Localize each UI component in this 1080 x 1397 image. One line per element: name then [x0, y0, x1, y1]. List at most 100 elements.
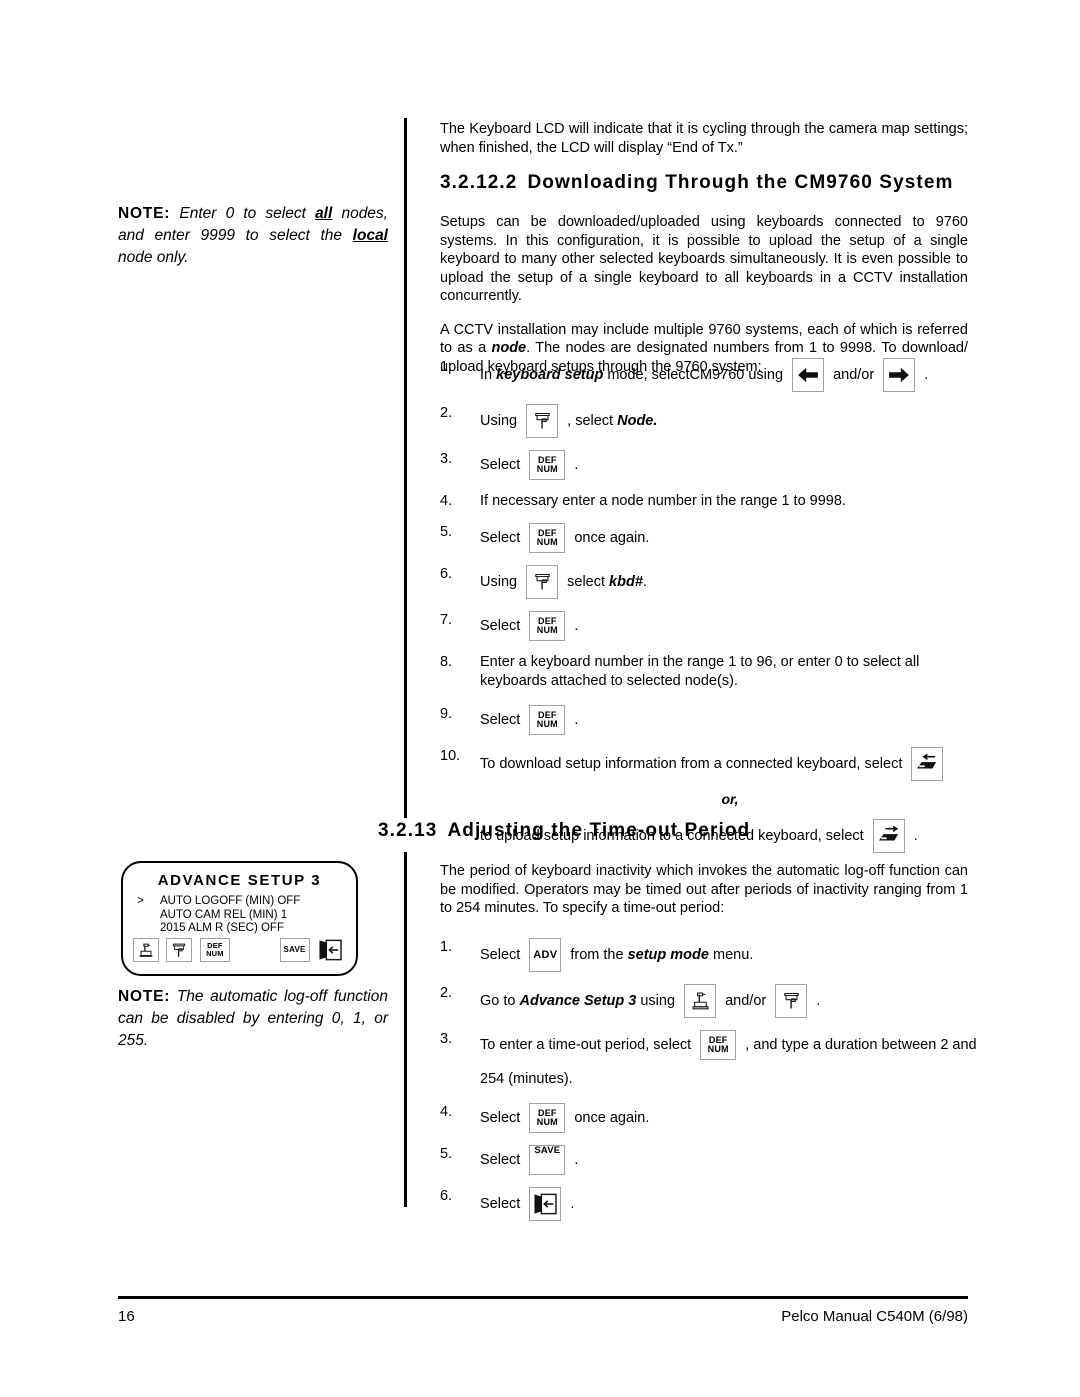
- step-text: Using: [480, 573, 522, 590]
- document-page: NOTE: Enter 0 to select all nodes, and e…: [0, 0, 1080, 1397]
- num-label: NUM: [536, 464, 558, 474]
- term-advance-setup-3: Advance Setup 3: [519, 992, 637, 1009]
- section-number: 3.2.12.2: [440, 172, 518, 193]
- step-text: Select: [480, 946, 525, 963]
- step-text: Select: [480, 1109, 525, 1126]
- margin-note-nodes: NOTE: Enter 0 to select all nodes, and e…: [118, 203, 388, 269]
- step-text: Select: [480, 1195, 525, 1212]
- step-content: Select DEF NUM .: [480, 705, 980, 735]
- step-text: .: [570, 1151, 579, 1168]
- step-number: 5.: [440, 1146, 453, 1162]
- step-text: Select: [480, 1151, 525, 1168]
- num-label: NUM: [707, 1044, 729, 1054]
- section-heading-2: 3.2.13 Adjusting the Time-out Period: [378, 820, 978, 842]
- term-keyboard-setup: keyboard setup: [496, 366, 604, 383]
- step-number: 3.: [440, 1031, 453, 1047]
- def-num-key-icon: DEF NUM: [529, 705, 566, 735]
- section-3-2-13-heading: 3.2.13 Adjusting the Time-out Period: [378, 820, 978, 842]
- step2-3: 3. To enter a time-out period, select DE…: [440, 1030, 980, 1089]
- step2-2: 2. Go to Advance Setup 3 using and/or .: [440, 984, 980, 1018]
- num-label: NUM: [536, 537, 558, 547]
- def-num-key-icon: DEF NUM: [529, 450, 566, 480]
- step-text: Using: [480, 412, 522, 429]
- step-text: .: [570, 456, 579, 473]
- joystick-down-key-icon: [775, 984, 808, 1018]
- step-text: , select: [563, 412, 618, 429]
- step-text: Select: [480, 456, 525, 473]
- step-number: 4.: [440, 1104, 453, 1120]
- step-number: 6.: [440, 566, 453, 582]
- step-text: If necessary enter a node number in the …: [480, 493, 846, 509]
- step-number: 8.: [440, 654, 453, 670]
- step-content: Select SAVE .: [480, 1145, 980, 1175]
- def-label: DEF: [538, 527, 557, 538]
- step-text: once again.: [570, 1109, 650, 1126]
- column-divider-lower: [404, 852, 407, 1207]
- step-content: Select DEF NUM .: [480, 450, 980, 480]
- menu-line-auto-logoff: AUTO LOGOFF (MIN) OFF: [160, 895, 301, 907]
- step-content: Go to Advance Setup 3 using and/or .: [480, 984, 980, 1018]
- step-content: To download setup information from a con…: [480, 747, 980, 781]
- step-text: Go to: [480, 992, 520, 1009]
- step-10: 10. To download setup information from a…: [440, 747, 980, 781]
- term-node: node: [491, 340, 527, 356]
- step-content: Using , select Node.: [480, 404, 980, 438]
- step-content: Using select kbd#.: [480, 565, 980, 599]
- step-text: select: [563, 573, 610, 590]
- def-num-key-icon: DEF NUM: [199, 938, 230, 962]
- step2-4: 4. Select DEF NUM once again.: [440, 1103, 980, 1133]
- step-content: Select DEF NUM .: [480, 611, 980, 641]
- step-number: 6.: [440, 1188, 453, 1204]
- step-text: .: [812, 992, 821, 1009]
- step-number: 1.: [440, 359, 453, 375]
- adv-label: ADV: [533, 948, 558, 961]
- step-number: 1.: [440, 939, 453, 955]
- advance-setup-panel: ADVANCE SETUP 3 > AUTO LOGOFF (MIN) OFF …: [121, 861, 358, 976]
- step-text: Select: [480, 711, 525, 728]
- note-emphasis-local: local: [352, 227, 388, 244]
- manual-reference: Pelco Manual C540M (6/98): [781, 1308, 968, 1325]
- advance-setup-title: ADVANCE SETUP 3: [157, 872, 322, 889]
- step-content: To enter a time-out period, select DEF NU…: [480, 1030, 980, 1060]
- section-title: Downloading Through the CM9760 System: [527, 172, 954, 193]
- step-text: In: [480, 366, 497, 383]
- def-label: DEF: [538, 709, 557, 720]
- step-9: 9. Select DEF NUM .: [440, 705, 980, 735]
- joystick-down-icon: [166, 938, 193, 962]
- save-label: SAVE: [534, 1145, 561, 1156]
- step-text: and/or: [829, 366, 879, 383]
- exit-door-key-icon: [317, 938, 343, 962]
- step-3: 3. Select DEF NUM .: [440, 450, 980, 480]
- advance-setup-key-row: DEF NUM SAVE: [133, 938, 346, 966]
- def-num-key-icon: DEF NUM: [529, 611, 566, 641]
- step-text: mode, selectCM9760 using: [603, 366, 788, 383]
- section-3-2-12-2-heading: 3.2.12.2 Downloading Through the CM9760 S…: [440, 172, 968, 194]
- menu-caret-icon: >: [137, 895, 144, 907]
- step-number: 5.: [440, 524, 453, 540]
- step-number: 2.: [440, 985, 453, 1001]
- section-3-2-12-2-steps: 1. In keyboard setup mode, selectCM9760 …: [440, 358, 980, 853]
- joystick-up-key-icon: [684, 984, 717, 1018]
- step-text: .: [566, 1195, 575, 1212]
- term-setup-mode: setup mode: [627, 946, 709, 963]
- step-number: 3.: [440, 451, 453, 467]
- step-text: To download setup information from a con…: [480, 755, 907, 772]
- step-2: 2. Using , select Node.: [440, 404, 980, 438]
- step2-5: 5. Select SAVE .: [440, 1145, 980, 1175]
- step-content: Select DEF NUM once again.: [480, 523, 980, 553]
- note-label: NOTE:: [118, 205, 171, 222]
- step-number: 4.: [440, 493, 453, 509]
- arrow-left-key-icon: [792, 358, 825, 392]
- step-4: 4. If necessary enter a node number in t…: [440, 492, 980, 511]
- step2-1: 1. Select ADV from the setup mode menu.: [440, 938, 980, 972]
- step-text: using: [636, 992, 680, 1009]
- note-part-3: node only.: [118, 249, 189, 266]
- section-number-2: 3.2.13: [378, 820, 438, 841]
- step-text: .: [570, 711, 579, 728]
- step-text: once again.: [570, 529, 650, 546]
- def-num-key-icon: DEF NUM: [700, 1030, 737, 1060]
- step-content: Select ADV from the setup mode menu.: [480, 938, 980, 972]
- step-6: 6. Using select kbd#.: [440, 565, 980, 599]
- step-number: 10.: [440, 748, 461, 764]
- num-label: NUM: [536, 719, 558, 729]
